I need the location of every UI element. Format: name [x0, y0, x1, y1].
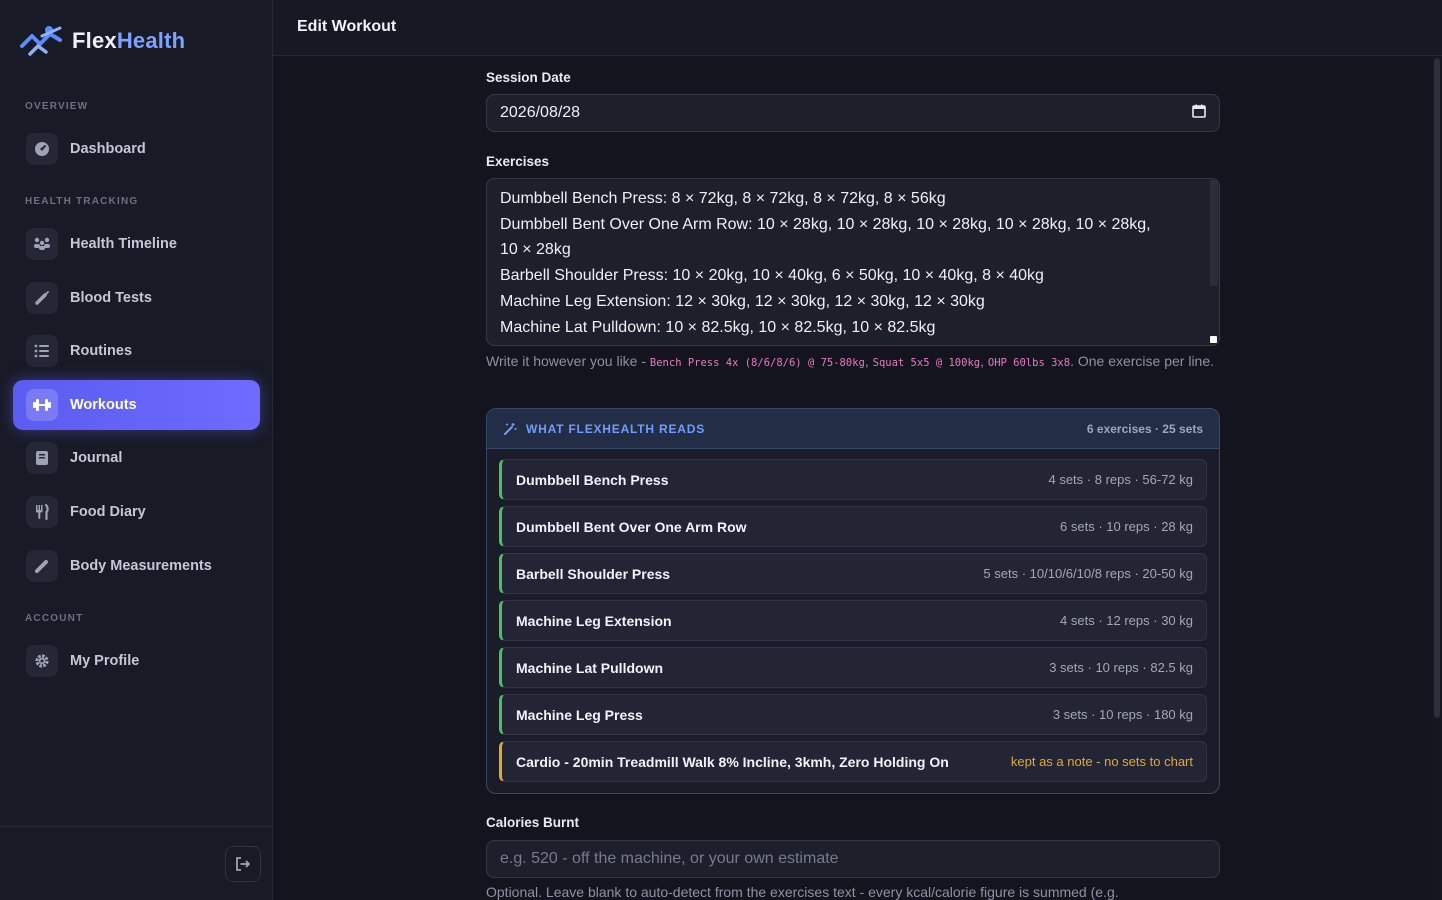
sidebar-item-label: Health Timeline — [70, 236, 177, 252]
sidebar-item-dashboard[interactable]: Dashboard — [13, 124, 260, 174]
pencil-icon — [26, 550, 58, 582]
flexhealth-logo-icon — [20, 26, 62, 56]
sidebar-item-body-measurements[interactable]: Body Measurements — [13, 541, 260, 591]
book-icon — [26, 442, 58, 474]
help-separator: , — [864, 353, 873, 369]
sidebar-item-label: Dashboard — [70, 141, 146, 157]
page-scrollbar-thumb[interactable] — [1434, 58, 1440, 718]
exercise-summary: 4 sets · 8 reps · 56-72 kg — [1048, 472, 1193, 487]
exercise-summary: 4 sets · 12 reps · 30 kg — [1060, 613, 1193, 628]
exercises-label: Exercises — [486, 154, 550, 169]
sidebar-item-my-profile[interactable]: My Profile — [13, 636, 260, 686]
exercise-name: Machine Lat Pulldown — [516, 659, 664, 676]
help-example-2: Squat 5x5 @ 100kg — [872, 357, 981, 369]
exercise-text-line: Machine Lat Pulldown: 10 × 82.5kg, 10 × … — [500, 318, 936, 336]
help-example-1: Bench Press 4x (8/6/8/6) @ 75-80kg — [649, 357, 865, 369]
note-exercise-row: Cardio - 20min Treadmill Walk 8% Incline… — [499, 741, 1207, 782]
list-icon — [26, 335, 58, 367]
help-example-3: OHP 60lbs 3x8 — [987, 357, 1071, 369]
parsed-exercise-row: Machine Leg Press 3 sets · 10 reps · 180 … — [499, 694, 1207, 735]
sidebar-item-label: Workouts — [70, 397, 137, 413]
sidebar-item-label: Journal — [70, 450, 123, 466]
calories-help-text: Optional. Leave blank to auto-detect fro… — [486, 884, 1119, 900]
sidebar-item-routines[interactable]: Routines — [13, 326, 260, 376]
section-label-overview: OVERVIEW — [25, 101, 89, 112]
calories-label: Calories Burnt — [486, 815, 580, 830]
page-header: Edit Workout — [273, 0, 1442, 56]
exercise-name: Barbell Shoulder Press — [516, 565, 671, 582]
calories-input-wrapper[interactable] — [486, 840, 1220, 878]
magic-wand-icon — [504, 422, 517, 435]
textarea-resize-handle[interactable] — [1210, 336, 1217, 343]
calendar-icon[interactable] — [1192, 104, 1206, 123]
brand-name-part2: Health — [116, 28, 186, 53]
exercise-note-status: kept as a note - no sets to chart — [1010, 754, 1193, 769]
parsed-exercise-row: Dumbbell Bent Over One Arm Row 6 sets · 1… — [499, 506, 1207, 547]
exercise-name: Machine Leg Extension — [516, 612, 672, 629]
exercise-name: Dumbbell Bent Over One Arm Row — [516, 518, 747, 535]
exercise-summary: 3 sets · 10 reps · 82.5 kg — [1049, 660, 1193, 675]
sidebar-item-food-diary[interactable]: Food Diary — [13, 487, 260, 537]
reads-panel-title: WHAT FLEXHEALTH READS — [526, 421, 706, 436]
logout-icon — [236, 857, 251, 871]
exercise-name: Machine Leg Press — [516, 706, 643, 723]
exercise-summary: 3 sets · 10 reps · 180 kg — [1052, 707, 1193, 722]
gauge-icon — [26, 133, 58, 165]
calories-input[interactable] — [500, 850, 1206, 868]
help-suffix: . One exercise per line. — [1070, 353, 1215, 369]
sidebar-footer — [0, 826, 273, 900]
exercise-text-line: Machine Leg Extension: 12 × 30kg, 12 × 3… — [500, 292, 985, 310]
exercise-summary: 6 sets · 10 reps · 28 kg — [1060, 519, 1193, 534]
sidebar-item-label: Blood Tests — [70, 290, 152, 306]
sidebar-item-blood-tests[interactable]: Blood Tests — [13, 273, 260, 323]
parsed-exercise-list: Dumbbell Bench Press 4 sets · 8 reps · 56… — [487, 449, 1219, 782]
section-label-account: ACCOUNT — [25, 613, 84, 624]
parsed-exercise-row: Machine Lat Pulldown 3 sets · 10 reps · 8… — [499, 647, 1207, 688]
exercise-name: Dumbbell Bench Press — [516, 471, 669, 488]
sidebar-item-label: Body Measurements — [70, 558, 212, 574]
reads-panel-header: WHAT FLEXHEALTH READS 6 exercises · 25 s… — [487, 409, 1219, 449]
sidebar-item-label: Food Diary — [70, 504, 146, 520]
sidebar-item-journal[interactable]: Journal — [13, 433, 260, 483]
sidebar: FlexHealth OVERVIEW Dashboard HEALTH TRA… — [0, 0, 273, 900]
sidebar-item-label: Routines — [70, 343, 133, 359]
reads-summary-count: 6 exercises · 25 sets — [1086, 421, 1203, 436]
textarea-scrollbar[interactable] — [1210, 180, 1218, 286]
parsed-exercise-row: Dumbbell Bench Press 4 sets · 8 reps · 56… — [499, 459, 1207, 500]
app-logo[interactable]: FlexHealth — [20, 24, 185, 58]
help-prefix: Write it however you like - — [486, 353, 650, 369]
session-date-label: Session Date — [486, 70, 571, 85]
page-title: Edit Workout — [297, 18, 397, 35]
utensils-icon — [26, 496, 58, 528]
exercise-name: Cardio - 20min Treadmill Walk 8% Incline… — [516, 753, 949, 770]
session-date-value: 2026/08/28 — [500, 104, 581, 121]
what-flexhealth-reads-panel: WHAT FLEXHEALTH READS 6 exercises · 25 s… — [486, 408, 1220, 794]
dumbbell-icon — [26, 389, 58, 421]
brand-name-part1: Flex — [72, 28, 117, 53]
exercise-text-line: Barbell Shoulder Press: 10 × 20kg, 10 × … — [500, 267, 1044, 285]
exercise-text-line: 10 × 28kg — [500, 241, 571, 259]
sidebar-item-label: My Profile — [70, 653, 140, 669]
exercises-help-text: Write it however you like - Bench Press … — [486, 351, 1220, 374]
parsed-exercise-row: Machine Leg Extension 4 sets · 12 reps · … — [499, 600, 1207, 641]
parsed-exercise-row: Barbell Shoulder Press 5 sets · 10/10/6/1… — [499, 553, 1207, 594]
syringe-icon — [26, 282, 58, 314]
sidebar-item-workouts[interactable]: Workouts — [13, 380, 260, 430]
sidebar-item-health-timeline[interactable]: Health Timeline — [13, 219, 260, 269]
gear-icon — [26, 645, 58, 677]
logout-button[interactable] — [225, 846, 261, 882]
people-icon — [26, 228, 58, 260]
section-label-health-tracking: HEALTH TRACKING — [25, 196, 139, 207]
exercise-text-line: Dumbbell Bent Over One Arm Row: 10 × 28k… — [500, 215, 1151, 233]
exercise-text-line: Dumbbell Bench Press: 8 × 72kg, 8 × 72kg… — [500, 190, 946, 207]
session-date-input[interactable]: 2026/08/28 — [486, 94, 1220, 132]
exercise-summary: 5 sets · 10/10/6/10/8 reps · 20-50 kg — [983, 566, 1193, 581]
help-separator: , — [980, 353, 988, 369]
exercises-textarea[interactable]: Dumbbell Bench Press: 8 × 72kg, 8 × 72kg… — [486, 178, 1220, 346]
